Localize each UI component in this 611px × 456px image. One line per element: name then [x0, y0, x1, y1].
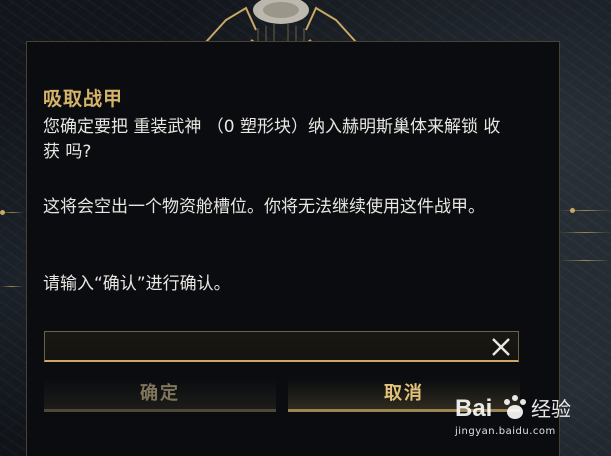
svg-text:经验: 经验	[531, 397, 571, 421]
right-ornament-line-top	[560, 210, 611, 211]
dialog-message-warning: 这将会空出一个物资舱槽位。你将无法继续使用这件战甲。	[43, 197, 485, 217]
right-ornament-line-bottom	[560, 260, 611, 261]
left-ornament-line-bottom	[0, 286, 24, 287]
watermark: Bai 经验 jingyan.baidu.com	[451, 390, 601, 450]
confirm-text-input[interactable]	[44, 331, 519, 362]
game-screen: 吸取战甲 您确定要把 重装武神 （0 塑形块）纳入赫明斯巢体来解锁 收获 吗? …	[0, 0, 611, 456]
baidu-logo-icon: Bai 经验	[455, 395, 571, 422]
right-ornament-line-mid	[560, 232, 611, 233]
close-icon[interactable]	[488, 334, 514, 360]
right-ornament-dot	[570, 208, 575, 213]
svg-text:Bai: Bai	[455, 395, 492, 422]
dialog-message-instruction: 请输入“确认”进行确认。	[43, 274, 231, 294]
confirm-button[interactable]: 确定	[44, 379, 276, 412]
dialog-message-confirm: 您确定要把 重装武神 （0 塑形块）纳入赫明斯巢体来解锁 收获 吗?	[43, 117, 501, 162]
dialog-title: 吸取战甲	[43, 88, 124, 110]
left-ornament-dot	[0, 210, 5, 215]
watermark-url: jingyan.baidu.com	[455, 426, 556, 437]
